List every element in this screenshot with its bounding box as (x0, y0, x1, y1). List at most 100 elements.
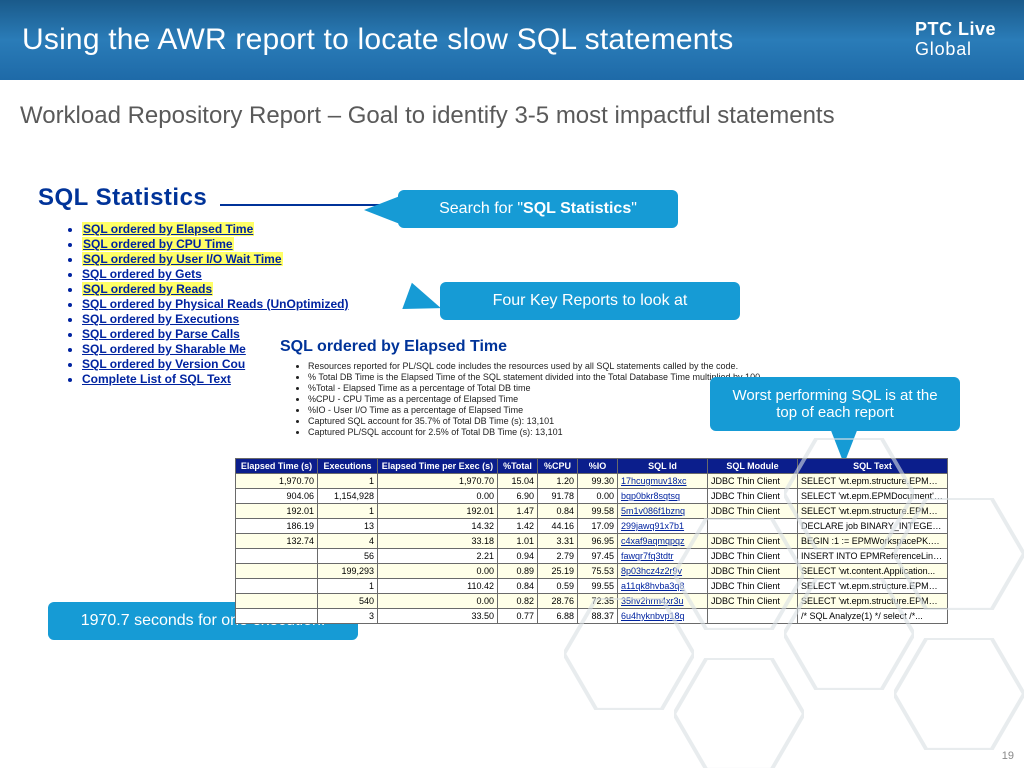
table-cell: 15.04 (498, 474, 538, 489)
table-cell: JDBC Thin Client (708, 489, 798, 504)
report-link[interactable]: SQL ordered by Parse Calls (82, 327, 240, 341)
report-link[interactable]: SQL ordered by Executions (82, 312, 239, 326)
table-cell: 5m1v086f1bznq (618, 504, 708, 519)
report-link[interactable]: SQL ordered by Reads (82, 282, 213, 296)
table-row: 904.061,154,9280.006.9091.780.00bqp0bkr8… (236, 489, 948, 504)
brand-line-2: Global (915, 40, 996, 60)
column-header: %IO (578, 459, 618, 474)
table-header-row: Elapsed Time (s)ExecutionsElapsed Time p… (236, 459, 948, 474)
table-cell: 192.01 (236, 504, 318, 519)
sql-id-link[interactable]: 35hv2hrm4xr3u (621, 596, 684, 606)
table-cell: 99.30 (578, 474, 618, 489)
note-item: %IO - User I/O Time as a percentage of E… (308, 405, 760, 415)
sql-id-link[interactable]: fawqr7fq3tdtr (621, 551, 674, 561)
report-link[interactable]: SQL ordered by CPU Time (82, 237, 234, 251)
table-cell: 1,970.70 (236, 474, 318, 489)
slide-subtitle: Workload Repository Report – Goal to ide… (20, 102, 1024, 130)
table-cell: JDBC Thin Client (708, 534, 798, 549)
table-cell: JDBC Thin Client (708, 549, 798, 564)
table-cell: 3 (318, 609, 378, 624)
table-cell: 6u4hyknbvp18q (618, 609, 708, 624)
table-cell: SELECT 'wt.epm.structure.EPMRe... (798, 579, 948, 594)
sql-id-link[interactable]: 299jawq91x7b1 (621, 521, 684, 531)
column-header: SQL Text (798, 459, 948, 474)
table-row: 192.011192.011.470.8499.585m1v086f1bznqJ… (236, 504, 948, 519)
sql-id-link[interactable]: a11qk8hvba3q8 (621, 581, 684, 591)
column-header: SQL Module (708, 459, 798, 474)
table-cell: 99.58 (578, 504, 618, 519)
table-cell: 1.20 (538, 474, 578, 489)
table-cell: 33.18 (378, 534, 498, 549)
report-link[interactable]: Complete List of SQL Text (82, 372, 231, 386)
report-link[interactable]: SQL ordered by Sharable Me (82, 342, 246, 356)
table-row: 132.74433.181.013.3196.95c4xaf9aqmqpqzJD… (236, 534, 948, 549)
slide-title: Using the AWR report to locate slow SQL … (22, 23, 733, 57)
table-cell: 299jawq91x7b1 (618, 519, 708, 534)
report-link[interactable]: SQL ordered by Version Cou (82, 357, 245, 371)
table-cell: SELECT 'wt.epm.structure.EPMMe... (798, 594, 948, 609)
table-cell: 17.09 (578, 519, 618, 534)
table-cell: 0.00 (378, 564, 498, 579)
table-cell: 192.01 (378, 504, 498, 519)
table-cell: 0.00 (578, 489, 618, 504)
table-cell: 8p03hcz4z2r9v (618, 564, 708, 579)
table-cell: 0.59 (538, 579, 578, 594)
brand-logo: PTC Live Global (915, 20, 996, 60)
table-cell: 3.31 (538, 534, 578, 549)
slide-content: SQL Statistics SQL ordered by Elapsed Ti… (20, 160, 1004, 748)
table-cell: 0.00 (378, 594, 498, 609)
table-cell: 17hcugmuv18xc (618, 474, 708, 489)
table-row: 1110.420.840.5999.55a11qk8hvba3q8JDBC Th… (236, 579, 948, 594)
table-cell: 56 (318, 549, 378, 564)
table-cell: 91.78 (538, 489, 578, 504)
table-cell: DECLARE job BINARY_INTEGER := ... (798, 519, 948, 534)
table-cell: SELECT 'wt.epm.structure.EPMMe... (798, 474, 948, 489)
table-cell: 1,970.70 (378, 474, 498, 489)
sql-id-link[interactable]: 5m1v086f1bznq (621, 506, 685, 516)
table-cell: 14.32 (378, 519, 498, 534)
awr-table: Elapsed Time (s)ExecutionsElapsed Time p… (235, 458, 948, 624)
table-cell: 97.45 (578, 549, 618, 564)
table-row: 199,2930.000.8925.1975.538p03hcz4z2r9vJD… (236, 564, 948, 579)
sql-id-link[interactable]: 8p03hcz4z2r9v (621, 566, 682, 576)
note-item: %Total - Elapsed Time as a percentage of… (308, 383, 760, 393)
report-link[interactable]: SQL ordered by User I/O Wait Time (82, 252, 283, 266)
table-row: 186.191314.321.4244.1617.09299jawq91x7b1… (236, 519, 948, 534)
column-header: Executions (318, 459, 378, 474)
report-notes: Resources reported for PL/SQL code inclu… (298, 360, 760, 438)
sql-id-link[interactable]: c4xaf9aqmqpqz (621, 536, 685, 546)
table-cell (236, 564, 318, 579)
table-cell: 28.76 (538, 594, 578, 609)
sql-id-link[interactable]: bqp0bkr8sqtsq (621, 491, 680, 501)
table-cell: 2.21 (378, 549, 498, 564)
table-cell: 13 (318, 519, 378, 534)
table-cell: 35hv2hrm4xr3u (618, 594, 708, 609)
table-cell: 6.88 (538, 609, 578, 624)
table-cell: 88.37 (578, 609, 618, 624)
heading-underline (220, 204, 380, 206)
table-cell: 1 (318, 474, 378, 489)
sql-id-link[interactable]: 17hcugmuv18xc (621, 476, 687, 486)
callout-search-pre: Search for " (439, 200, 523, 217)
report-link-item: SQL ordered by Gets (82, 267, 1004, 281)
table-cell: 2.79 (538, 549, 578, 564)
table-cell: 0.94 (498, 549, 538, 564)
table-cell: 6.90 (498, 489, 538, 504)
callout-search: Search for "SQL Statistics" (398, 190, 678, 228)
column-header: Elapsed Time per Exec (s) (378, 459, 498, 474)
table-cell: 33.50 (378, 609, 498, 624)
report-link-item: SQL ordered by Sharable Me (82, 342, 1004, 356)
report-link-item: SQL ordered by User I/O Wait Time (82, 252, 1004, 266)
sql-id-link[interactable]: 6u4hyknbvp18q (621, 611, 685, 621)
report-link[interactable]: SQL ordered by Gets (82, 267, 202, 281)
table-cell: SELECT 'wt.content.Application... (798, 564, 948, 579)
table-cell (236, 594, 318, 609)
report-link-item: SQL ordered by CPU Time (82, 237, 1004, 251)
column-header: %Total (498, 459, 538, 474)
report-link[interactable]: SQL ordered by Physical Reads (UnOptimiz… (82, 297, 349, 311)
table-cell: 99.55 (578, 579, 618, 594)
report-link[interactable]: SQL ordered by Elapsed Time (82, 222, 254, 236)
table-cell: 75.53 (578, 564, 618, 579)
table-cell: 186.19 (236, 519, 318, 534)
table-cell: 904.06 (236, 489, 318, 504)
